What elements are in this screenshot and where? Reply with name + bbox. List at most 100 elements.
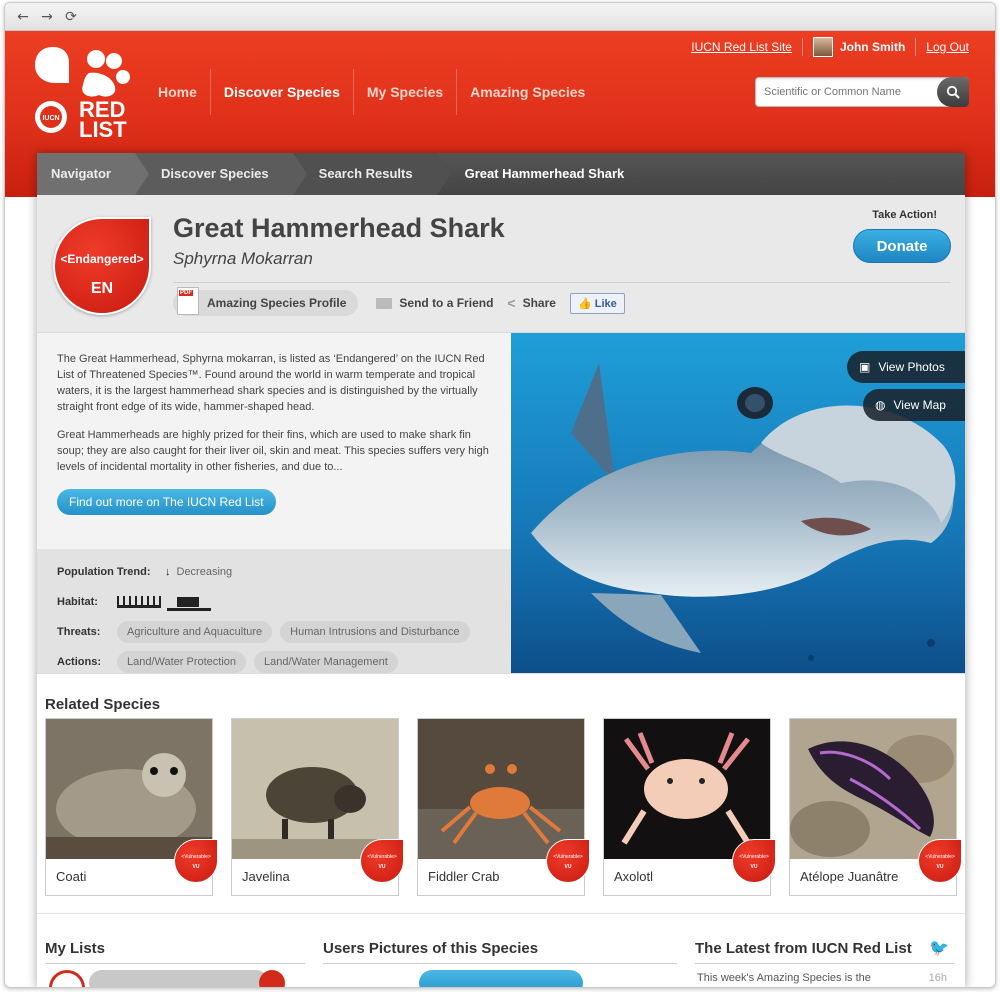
list-status-icon (49, 970, 85, 987)
breadcrumb-discover-species[interactable]: Discover Species (134, 153, 307, 195)
upload-picture-button[interactable] (419, 970, 583, 987)
status-code: VU (564, 864, 572, 870)
donate-button[interactable]: Donate (853, 229, 951, 263)
population-label: Population Trend: (57, 566, 151, 578)
pdf-icon (177, 287, 199, 315)
population-value: Decreasing (176, 566, 233, 578)
user-pictures-title: Users Pictures of this Species (323, 940, 677, 964)
coastal-habitat-icon (167, 593, 211, 611)
status-badge: <Vulnerable> VU (360, 839, 404, 883)
logo-badge-text: IUCN (42, 115, 59, 122)
logo-text-list: LIST (79, 117, 127, 139)
search-button[interactable] (937, 77, 969, 107)
species-photo[interactable]: ▣ View Photos ◍ View Map (511, 333, 965, 673)
remove-list-button[interactable] (259, 970, 285, 987)
nav-amazing-species[interactable]: Amazing Species (457, 69, 598, 115)
view-map-label: View Map (893, 398, 946, 412)
threat-tag[interactable]: Agriculture and Aquaculture (117, 621, 273, 643)
nav-home[interactable]: Home (145, 69, 211, 115)
view-photos-button[interactable]: ▣ View Photos (847, 351, 965, 383)
thumbs-up-icon: 👍 (577, 297, 592, 310)
breadcrumb-label: Discover Species (160, 166, 269, 181)
logout-link[interactable]: Log Out (926, 40, 969, 54)
share-icon: < (507, 295, 516, 311)
profile-label: Amazing Species Profile (207, 296, 347, 310)
habitat-label: Habitat: (57, 596, 98, 608)
species-header: <Endangered> EN Great Hammerhead Shark S… (37, 195, 965, 333)
species-name: Axolotl (614, 869, 654, 884)
action-tag[interactable]: Land/Water Protection (117, 651, 247, 673)
profile-pdf-button[interactable]: Amazing Species Profile (173, 287, 359, 316)
tweet-text: This week's Amazing Species is the (697, 972, 871, 984)
javelina-image (232, 719, 398, 859)
related-card-fiddler-crab[interactable]: Fiddler Crab <Vulnerable> VU (417, 718, 590, 896)
browser-toolbar: ← → ⟳ (5, 3, 995, 31)
related-species-title: Related Species (45, 696, 161, 713)
top-links: IUCN Red List Site John Smith Log Out (691, 37, 969, 57)
list-item[interactable] (89, 970, 269, 987)
related-card-coati[interactable]: Coati <Vulnerable> VU (45, 718, 218, 896)
action-tag[interactable]: Land/Water Management (254, 651, 398, 673)
status-text: <Vulnerable> (553, 854, 583, 860)
coati-image (46, 719, 212, 859)
breadcrumb-navigator[interactable]: Navigator (37, 153, 149, 195)
status-text: <Endangered> (60, 252, 144, 266)
scientific-name: Sphyrna Mokarran (173, 249, 313, 268)
status-text: <Vulnerable> (181, 854, 211, 860)
iucn-site-link[interactable]: IUCN Red List Site (691, 40, 792, 54)
browser-window: ← → ⟳ RED LIST IUCN Home Discover Specie… (4, 2, 996, 988)
divider (173, 282, 951, 283)
send-to-friend-button[interactable]: Send to a Friend (376, 296, 493, 310)
send-label: Send to a Friend (399, 296, 494, 310)
threats-row: Threats: Agriculture and Aquaculture Hum… (57, 617, 511, 647)
share-button[interactable]: < Share (507, 295, 556, 311)
related-card-axolotl[interactable]: Axolotl <Vulnerable> VU (603, 718, 776, 896)
take-action-label: Take Action! (872, 209, 937, 221)
my-lists-column: My Lists (45, 940, 305, 987)
breadcrumb-search-results[interactable]: Search Results (292, 153, 451, 195)
nav-my-species[interactable]: My Species (354, 69, 458, 115)
species-actions: Amazing Species Profile Send to a Friend… (173, 287, 625, 316)
forward-arrow-icon[interactable]: → (39, 9, 55, 25)
status-code: VU (936, 864, 944, 870)
related-card-javelina[interactable]: Javelina <Vulnerable> VU (231, 718, 404, 896)
page-title: Great Hammerhead Shark (173, 213, 505, 243)
breadcrumb-current: Great Hammerhead Shark (437, 153, 649, 195)
nav-discover-species[interactable]: Discover Species (211, 69, 354, 115)
search-input[interactable] (756, 78, 936, 106)
arrow-down-icon: ↓ (165, 566, 171, 578)
red-list-logo[interactable]: RED LIST IUCN (33, 47, 133, 142)
main-nav: Home Discover Species My Species Amazing… (145, 69, 598, 115)
species-facts: Population Trend: ↓ Decreasing Habitat: T… (37, 549, 511, 673)
breadcrumb-label: Great Hammerhead Shark (464, 166, 625, 181)
marine-habitat-icon (117, 596, 161, 608)
twitter-bird-icon[interactable]: 🐦 (929, 938, 949, 958)
population-row: Population Trend: ↓ Decreasing (57, 557, 511, 587)
status-badge: <Vulnerable> VU (918, 839, 962, 883)
divider (915, 38, 917, 56)
user-name[interactable]: John Smith (840, 40, 905, 54)
status-badge: <Vulnerable> VU (174, 839, 218, 883)
status-badge: <Vulnerable> VU (732, 839, 776, 883)
find-out-more-button[interactable]: Find out more on The IUCN Red List (57, 489, 276, 515)
avatar[interactable] (812, 37, 833, 57)
view-map-button[interactable]: ◍ View Map (863, 389, 965, 421)
share-label: Share (522, 296, 556, 310)
related-species-list: Coati <Vulnerable> VU Javelina <Vulnerabl… (45, 718, 962, 896)
reload-icon[interactable]: ⟳ (63, 9, 79, 25)
tweet-time: 16h (928, 972, 947, 984)
breadcrumb-label: Search Results (318, 166, 413, 181)
related-species: Related Species Coati <Vulnerable> VU Jav… (37, 673, 965, 913)
status-code: VU (750, 864, 758, 870)
status-text: <Vulnerable> (739, 854, 769, 860)
species-name: Javelina (242, 869, 290, 884)
search-box (755, 77, 969, 107)
content-panel: Navigator Discover Species Search Result… (37, 153, 965, 987)
related-card-atelope[interactable]: Atélope Juanâtre <Vulnerable> VU (789, 718, 962, 896)
actions-label: Actions: (57, 656, 101, 668)
like-button[interactable]: 👍 Like (569, 292, 625, 314)
population-trend: ↓ Decreasing (165, 566, 232, 578)
back-arrow-icon[interactable]: ← (15, 9, 31, 25)
latest-news-title: The Latest from IUCN Red List (695, 940, 955, 964)
threat-tag[interactable]: Human Intrusions and Disturbance (280, 621, 470, 643)
